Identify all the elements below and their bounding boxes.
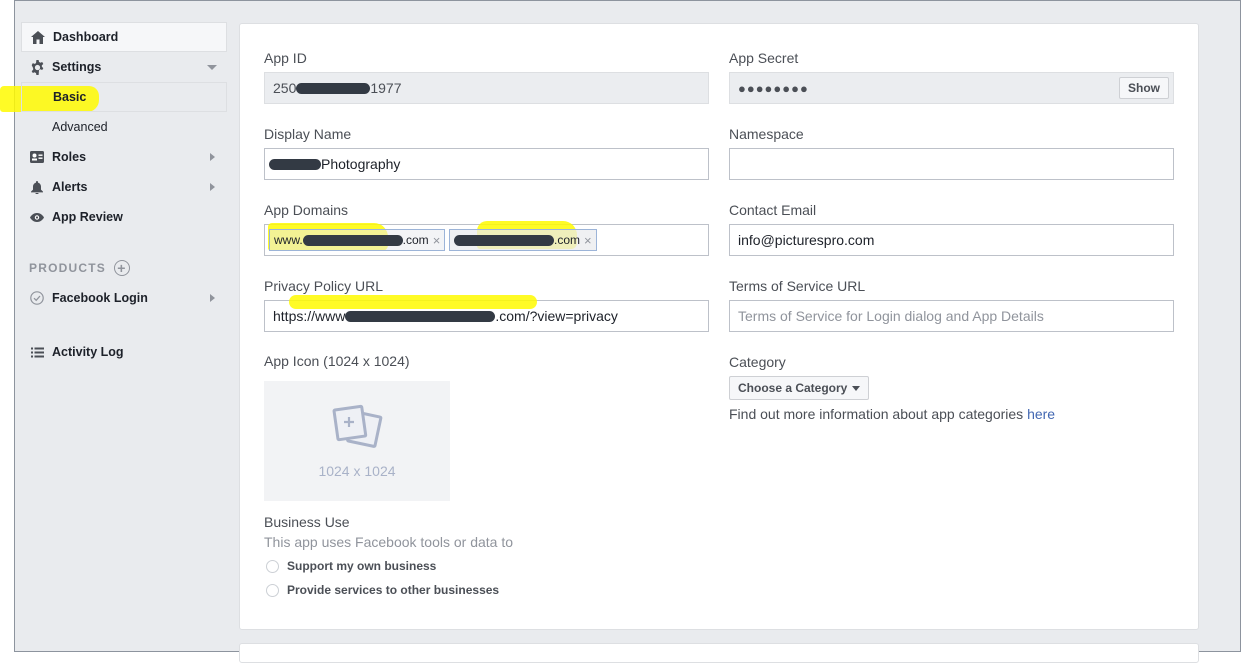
radio-label: Provide services to other businesses (287, 583, 500, 597)
sidebar-item-label: Facebook Login (52, 291, 148, 305)
business-use-option-others[interactable]: Provide services to other businesses (266, 583, 499, 597)
sidebar-item-basic[interactable]: Basic (21, 82, 227, 112)
gear-icon (29, 59, 45, 75)
namespace-label: Namespace (729, 126, 804, 142)
redaction-mark (302, 234, 403, 246)
app-icon-upload[interactable]: 1024 x 1024 (264, 381, 450, 501)
sidebar-item-settings[interactable]: Settings (21, 52, 227, 82)
sidebar-item-label: App Review (52, 210, 123, 224)
business-use-option-own[interactable]: Support my own business (266, 559, 436, 573)
sidebar-item-label: Basic (53, 90, 87, 104)
app-icon-size-caption: 1024 x 1024 (318, 462, 396, 479)
highlight-marker (289, 295, 537, 309)
sidebar-item-label: Alerts (52, 180, 88, 194)
show-secret-button[interactable]: Show (1119, 77, 1169, 99)
sidebar-item-advanced[interactable]: Advanced (21, 112, 227, 142)
terms-of-service-url-label: Terms of Service URL (729, 278, 866, 294)
terms-url-placeholder: Terms of Service for Login dialog and Ap… (738, 308, 1044, 324)
chevron-right-icon (210, 153, 215, 161)
radio-label: Support my own business (287, 559, 437, 573)
remove-tag-icon[interactable]: × (433, 233, 441, 248)
category-info-text: Find out more information about app cate… (729, 406, 1028, 422)
products-header-label: PRODUCTS (29, 261, 106, 275)
add-photo-icon (330, 404, 384, 457)
contact-email-field[interactable]: info@picturespro.com (729, 224, 1174, 256)
domain-tag-text-start: www. (274, 233, 303, 247)
home-icon (30, 29, 46, 45)
privacy-policy-url-field[interactable]: https://www .com/?view=privacy (264, 295, 709, 332)
contact-email-label: Contact Email (729, 202, 817, 218)
contact-email-value: info@picturespro.com (738, 232, 875, 248)
app-secret-label: App Secret (729, 50, 799, 66)
domain-tag[interactable]: .com × (449, 229, 597, 251)
id-card-icon (29, 149, 45, 165)
terms-of-service-url-field[interactable]: Terms of Service for Login dialog and Ap… (729, 300, 1174, 332)
sidebar-item-dashboard[interactable]: Dashboard (21, 22, 227, 52)
app-domains-field[interactable]: www. .com × .com × (264, 221, 709, 256)
display-name-field[interactable]: Photography (264, 148, 709, 180)
app-secret-value: ●●●●●●●● (738, 80, 809, 96)
sidebar-item-label: Advanced (52, 120, 108, 134)
sidebar-item-app-review[interactable]: App Review (21, 202, 227, 232)
eye-icon (29, 209, 45, 225)
redaction-mark (269, 158, 321, 170)
privacy-url-value-start: https://www (273, 308, 346, 324)
app-id-value-end: 1977 (370, 80, 402, 96)
privacy-url-value-end: .com/?view=privacy (495, 308, 618, 324)
domain-tag-text-end: .com (554, 233, 581, 247)
privacy-policy-url-label: Privacy Policy URL (264, 278, 384, 294)
app-icon-label: App Icon (1024 x 1024) (264, 353, 410, 369)
sidebar-item-label: Activity Log (52, 345, 124, 359)
app-id-value-start: 250 (273, 80, 297, 96)
namespace-field[interactable] (729, 148, 1174, 180)
radio-button[interactable] (266, 583, 279, 597)
check-circle-icon (29, 290, 45, 306)
domain-tag-text-end: .com (402, 233, 429, 247)
list-icon (29, 344, 45, 360)
app-id-label: App ID (264, 50, 307, 66)
domain-tag[interactable]: www. .com × (269, 229, 446, 251)
display-name-value: Photography (321, 156, 401, 172)
caret-down-icon (852, 385, 861, 391)
sidebar-item-label: Dashboard (53, 30, 119, 44)
radio-button[interactable] (266, 559, 279, 573)
category-dropdown[interactable]: Choose a Category (729, 376, 870, 400)
next-panel (239, 643, 1199, 663)
sidebar-item-alerts[interactable]: Alerts (21, 172, 227, 202)
chevron-down-icon (207, 65, 217, 70)
chevron-right-icon (210, 183, 215, 191)
category-info: Find out more information about app cate… (729, 406, 1055, 422)
app-domains-label: App Domains (264, 202, 349, 218)
sidebar-item-facebook-login[interactable]: Facebook Login (21, 283, 227, 313)
sidebar-item-label: Roles (52, 150, 87, 164)
add-product-icon[interactable]: + (113, 260, 130, 276)
sidebar-item-label: Settings (52, 60, 102, 74)
redaction-mark (345, 310, 496, 322)
category-label: Category (729, 354, 786, 370)
sidebar-item-activity-log[interactable]: Activity Log (21, 337, 227, 367)
business-use-description: This app uses Facebook tools or data to (264, 534, 514, 550)
sidebar-item-roles[interactable]: Roles (21, 142, 227, 172)
chevron-right-icon (210, 294, 215, 302)
category-dropdown-label: Choose a Category (738, 381, 848, 395)
business-use-label: Business Use (264, 514, 350, 530)
remove-tag-icon[interactable]: × (584, 233, 592, 248)
redaction-mark (454, 234, 554, 246)
redaction-mark (296, 82, 371, 94)
products-section-header: PRODUCTS + (29, 260, 130, 276)
app-id-field[interactable]: 250 1977 (264, 72, 709, 104)
display-name-label: Display Name (264, 126, 352, 142)
bell-icon (29, 179, 45, 195)
app-secret-field[interactable]: ●●●●●●●● Show (729, 72, 1174, 104)
category-info-link[interactable]: here (1027, 406, 1055, 422)
